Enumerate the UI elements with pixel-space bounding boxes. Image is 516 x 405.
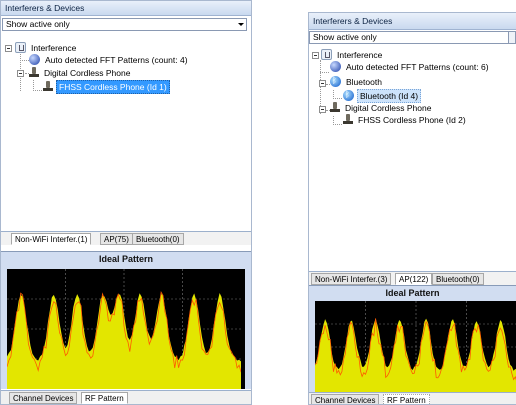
category-tabs: Non-WiFi Interfer.(3) AP(122) Bluetooth(… bbox=[309, 271, 516, 285]
rf-pattern-view: Ideal Pattern bbox=[1, 251, 251, 389]
spectrum-svg bbox=[314, 301, 516, 393]
tab-channel-devices[interactable]: Channel Devices bbox=[9, 392, 78, 404]
tree-expander[interactable] bbox=[319, 106, 326, 113]
tree-node-auto-fft[interactable]: Auto detected FFT Patterns (count: 4) bbox=[29, 54, 190, 66]
tab-ap[interactable]: AP(75) bbox=[100, 233, 133, 245]
tree-expander[interactable] bbox=[17, 70, 24, 77]
tree-node-auto-fft[interactable]: Auto detected FFT Patterns (count: 6) bbox=[330, 61, 491, 73]
view-tabs: Channel Devices RF Pattern bbox=[1, 390, 251, 404]
cordless-phone-icon bbox=[330, 102, 340, 113]
tree-expander[interactable] bbox=[5, 45, 12, 52]
filter-dropdown[interactable]: Show active only bbox=[2, 18, 247, 31]
tree-node-cordless-group[interactable]: Digital Cordless Phone bbox=[330, 102, 433, 114]
pattern-title: Ideal Pattern bbox=[385, 288, 440, 298]
tab-rf-pattern[interactable]: RF Pattern bbox=[383, 394, 430, 404]
category-tabs: Non-WiFi Interfer.(1) AP(75) Bluetooth(0… bbox=[1, 231, 251, 245]
spectrum-svg bbox=[6, 269, 242, 389]
dropdown-arrow-icon[interactable] bbox=[238, 23, 244, 26]
tree-node-bluetooth-device[interactable]: Bluetooth (Id 4) bbox=[343, 89, 422, 103]
tab-rf-pattern[interactable]: RF Pattern bbox=[81, 392, 128, 404]
tree-expander[interactable] bbox=[312, 52, 319, 59]
tree-node-interference[interactable]: Interference bbox=[321, 49, 384, 61]
rf-pattern-view: Ideal Pattern bbox=[309, 285, 516, 393]
ideal-pattern-plot bbox=[6, 269, 245, 389]
dropdown-arrow-icon[interactable] bbox=[508, 31, 516, 44]
filter-dropdown[interactable]: Show active only bbox=[309, 31, 516, 44]
fft-pattern-icon bbox=[29, 54, 40, 65]
interference-icon bbox=[15, 42, 26, 53]
cordless-phone-icon bbox=[43, 81, 53, 92]
ideal-pattern-area bbox=[7, 293, 241, 389]
filter-value: Show active only bbox=[313, 32, 377, 42]
panel-title: Interferers & Devices bbox=[309, 13, 516, 30]
tree-node-cordless-device[interactable]: FHSS Cordless Phone (Id 1) bbox=[43, 80, 170, 94]
pattern-title: Ideal Pattern bbox=[98, 254, 154, 264]
ideal-pattern-plot bbox=[314, 301, 516, 393]
tab-bluetooth[interactable]: Bluetooth(0) bbox=[132, 233, 184, 245]
interference-icon bbox=[321, 49, 332, 60]
tree-node-bluetooth-group[interactable]: Bluetooth bbox=[330, 75, 384, 88]
tree-node-interference[interactable]: Interference bbox=[15, 42, 78, 54]
tab-bluetooth[interactable]: Bluetooth(0) bbox=[432, 273, 484, 285]
tab-channel-devices[interactable]: Channel Devices bbox=[311, 394, 380, 404]
bluetooth-icon bbox=[343, 89, 354, 101]
panel-title: Interferers & Devices bbox=[1, 1, 251, 16]
tab-non-wifi[interactable]: Non-WiFi Interfer.(1) bbox=[11, 233, 92, 245]
tab-ap[interactable]: AP(122) bbox=[395, 273, 433, 285]
filter-value: Show active only bbox=[6, 19, 70, 29]
interferers-panel-right: Interferers & Devices Show active only I… bbox=[308, 12, 516, 405]
tree-node-cordless-device[interactable]: FHSS Cordless Phone (Id 2) bbox=[343, 114, 468, 126]
cordless-phone-icon bbox=[343, 114, 353, 125]
interferers-panel-left: Interferers & Devices Show active only I… bbox=[0, 0, 252, 405]
view-tabs: Channel Devices RF Pattern bbox=[309, 392, 516, 404]
fft-pattern-icon bbox=[330, 61, 341, 72]
bluetooth-icon bbox=[330, 75, 341, 87]
device-tree: Interference Auto detected FFT Patterns … bbox=[309, 46, 516, 271]
tab-non-wifi[interactable]: Non-WiFi Interfer.(3) bbox=[311, 273, 392, 285]
cordless-phone-icon bbox=[29, 67, 39, 78]
tree-node-cordless-group[interactable]: Digital Cordless Phone bbox=[29, 67, 132, 79]
device-tree: Interference Auto detected FFT Patterns … bbox=[1, 32, 251, 229]
tree-expander[interactable] bbox=[319, 80, 326, 87]
